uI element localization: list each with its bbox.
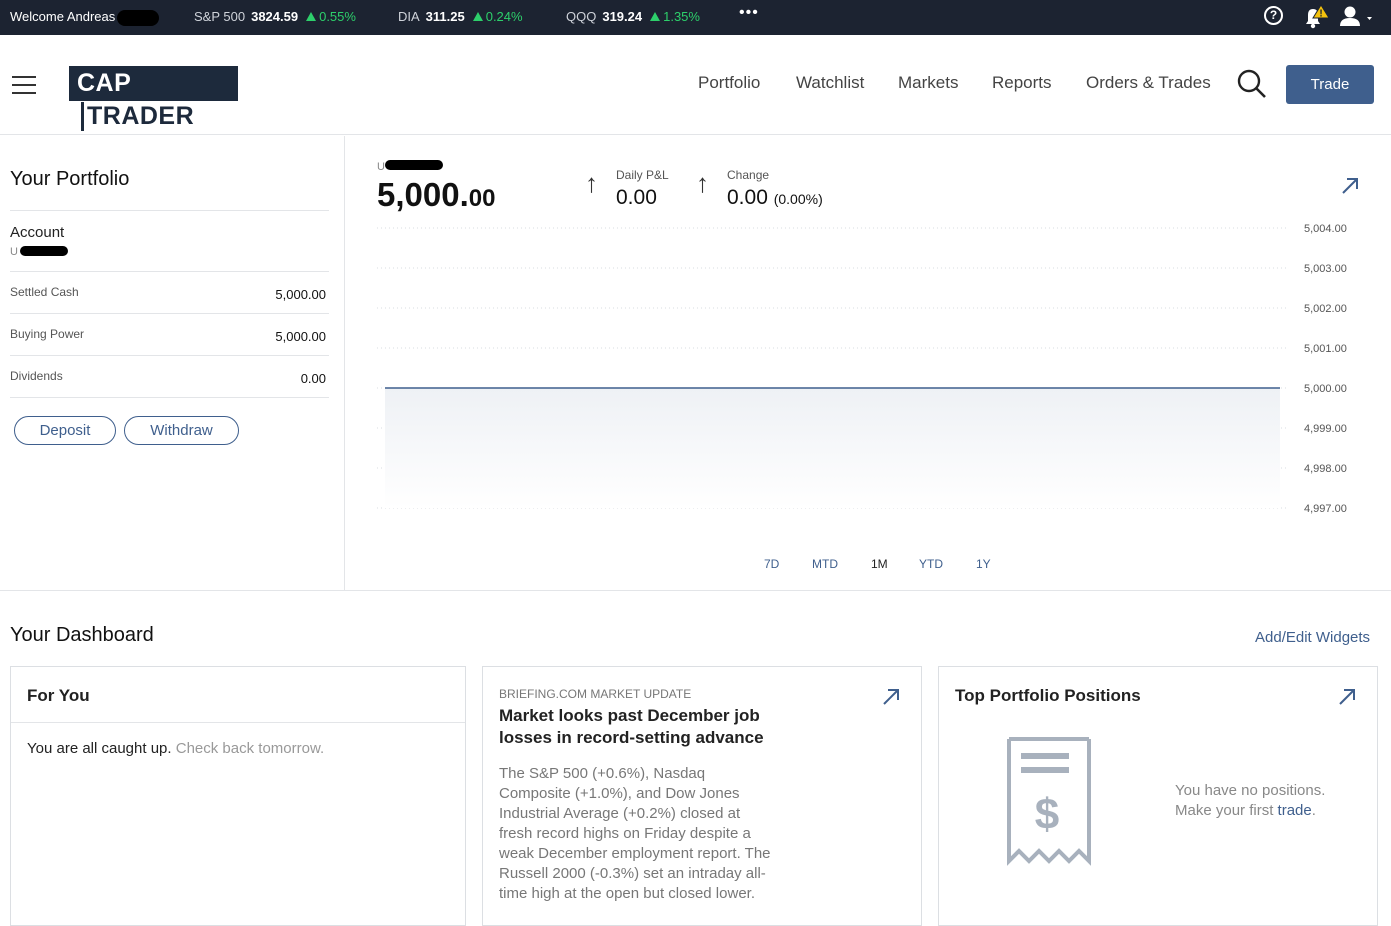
expand-arrow-icon[interactable] xyxy=(1337,687,1357,707)
up-triangle-icon xyxy=(306,12,317,21)
chart-area-fill xyxy=(385,388,1280,508)
account-label: Account xyxy=(10,224,65,241)
quote-sp500[interactable]: S&P 500 3824.59 0.55% xyxy=(194,9,356,24)
portfolio-title: Your Portfolio xyxy=(10,168,130,190)
deposit-button[interactable]: Deposit xyxy=(14,416,116,445)
range-1m[interactable]: 1M xyxy=(871,557,888,571)
net-liquidation-value: 5,000.00 xyxy=(377,176,496,213)
dividends-label: Dividends xyxy=(10,369,63,383)
buying-power-label: Buying Power xyxy=(10,327,85,341)
news-body: The S&P 500 (+0.6%), Nasdaq Composite (+… xyxy=(499,765,771,902)
y-tick-label: 4,997.00 xyxy=(1304,503,1347,515)
for-you-message: You are all caught up. Check back tomorr… xyxy=(27,740,325,757)
svg-text:!: ! xyxy=(1319,9,1322,20)
divider xyxy=(10,313,329,314)
range-1y[interactable]: 1Y xyxy=(976,557,991,571)
quote-qqq[interactable]: QQQ 319.24 1.35% xyxy=(566,9,700,24)
divider xyxy=(10,210,329,211)
portfolio-panel: Your Portfolio Account U Settled Cash 5,… xyxy=(0,136,345,591)
main-header: CAPTRADER Portfolio Watchlist Markets Re… xyxy=(0,35,1391,135)
dashboard-title: Your Dashboard xyxy=(10,624,154,646)
y-tick-label: 5,003.00 xyxy=(1304,263,1347,275)
no-positions-message: You have no positions. Make your first t… xyxy=(1175,782,1326,819)
top-positions-title: Top Portfolio Positions xyxy=(955,686,1141,705)
y-tick-label: 5,000.00 xyxy=(1304,383,1347,395)
arrow-up-icon: ↑ xyxy=(585,168,598,198)
divider xyxy=(11,722,465,723)
news-source: BRIEFING.COM MARKET UPDATE xyxy=(499,687,692,701)
search-icon[interactable] xyxy=(1237,69,1267,99)
news-card[interactable]: BRIEFING.COM MARKET UPDATE Market looks … xyxy=(482,666,922,926)
for-you-card: For You You are all caught up. Check bac… xyxy=(10,666,466,926)
y-tick-label: 5,004.00 xyxy=(1304,223,1347,235)
portfolio-chart-panel: U 5,000.00 ↑ Daily P&L 0.00 ↑ Change 0.0… xyxy=(345,136,1391,591)
redacted-name xyxy=(117,9,160,26)
account-id: U xyxy=(10,246,68,258)
change-label: Change xyxy=(727,168,770,182)
range-7d[interactable]: 7D xyxy=(764,557,779,571)
expand-arrow-icon[interactable] xyxy=(881,687,901,707)
more-quotes-button[interactable]: ••• xyxy=(739,4,759,22)
y-tick-label: 4,998.00 xyxy=(1304,463,1347,475)
nav-markets[interactable]: Markets xyxy=(898,73,958,93)
user-menu-icon[interactable] xyxy=(1339,4,1379,30)
news-headline[interactable]: Market looks past December job losses in… xyxy=(499,705,799,749)
buying-power-value: 5,000.00 xyxy=(275,329,326,344)
up-triangle-icon xyxy=(472,12,483,21)
arrow-up-icon: ↑ xyxy=(696,168,709,198)
notifications-bell-icon[interactable]: ! xyxy=(1302,4,1330,30)
help-icon[interactable]: ? xyxy=(1264,6,1283,25)
settled-cash-label: Settled Cash xyxy=(10,285,79,299)
captrader-logo[interactable]: CAPTRADER xyxy=(69,66,238,131)
trade-button[interactable]: Trade xyxy=(1286,65,1374,104)
nav-portfolio[interactable]: Portfolio xyxy=(698,73,760,93)
account-id-small: U xyxy=(377,160,443,173)
divider xyxy=(10,355,329,356)
svg-text:$: $ xyxy=(1035,790,1059,839)
expand-arrow-icon[interactable] xyxy=(1340,176,1360,196)
receipt-icon: $ xyxy=(1005,737,1093,872)
ticker-bar: Welcome Andreas S&P 500 3824.59 0.55% DIA 3… xyxy=(0,0,1391,35)
y-tick-label: 4,999.00 xyxy=(1304,423,1347,435)
portfolio-value-chart: 5,004.00 5,003.00 5,002.00 5,001.00 5,000.00… xyxy=(377,223,1347,515)
welcome-text: Welcome Andreas xyxy=(10,9,160,26)
hamburger-menu-icon[interactable] xyxy=(12,76,36,94)
redacted-account-id xyxy=(19,246,68,256)
y-tick-label: 5,002.00 xyxy=(1304,303,1347,315)
daily-pnl-value: 0.00 xyxy=(616,186,657,209)
divider xyxy=(10,397,329,398)
y-tick-label: 5,001.00 xyxy=(1304,343,1347,355)
daily-pnl-label: Daily P&L xyxy=(616,168,669,182)
trade-link[interactable]: trade xyxy=(1278,802,1312,819)
quote-dia[interactable]: DIA 311.25 0.24% xyxy=(398,9,523,24)
redacted-account-id xyxy=(384,160,443,170)
nav-watchlist[interactable]: Watchlist xyxy=(796,73,864,93)
withdraw-button[interactable]: Withdraw xyxy=(124,416,239,445)
divider xyxy=(10,271,329,272)
top-positions-card: Top Portfolio Positions $ You have no po… xyxy=(938,666,1378,926)
up-triangle-icon xyxy=(650,12,661,21)
nav-orders-trades[interactable]: Orders & Trades xyxy=(1086,73,1211,93)
settled-cash-value: 5,000.00 xyxy=(275,287,326,302)
add-edit-widgets-link[interactable]: Add/Edit Widgets xyxy=(1255,629,1370,646)
for-you-title: For You xyxy=(27,686,90,705)
dividends-value: 0.00 xyxy=(300,371,326,386)
nav-reports[interactable]: Reports xyxy=(992,73,1052,93)
range-mtd[interactable]: MTD xyxy=(812,557,838,571)
range-ytd[interactable]: YTD xyxy=(919,557,943,571)
change-value: 0.00 (0.00%) xyxy=(727,186,823,209)
